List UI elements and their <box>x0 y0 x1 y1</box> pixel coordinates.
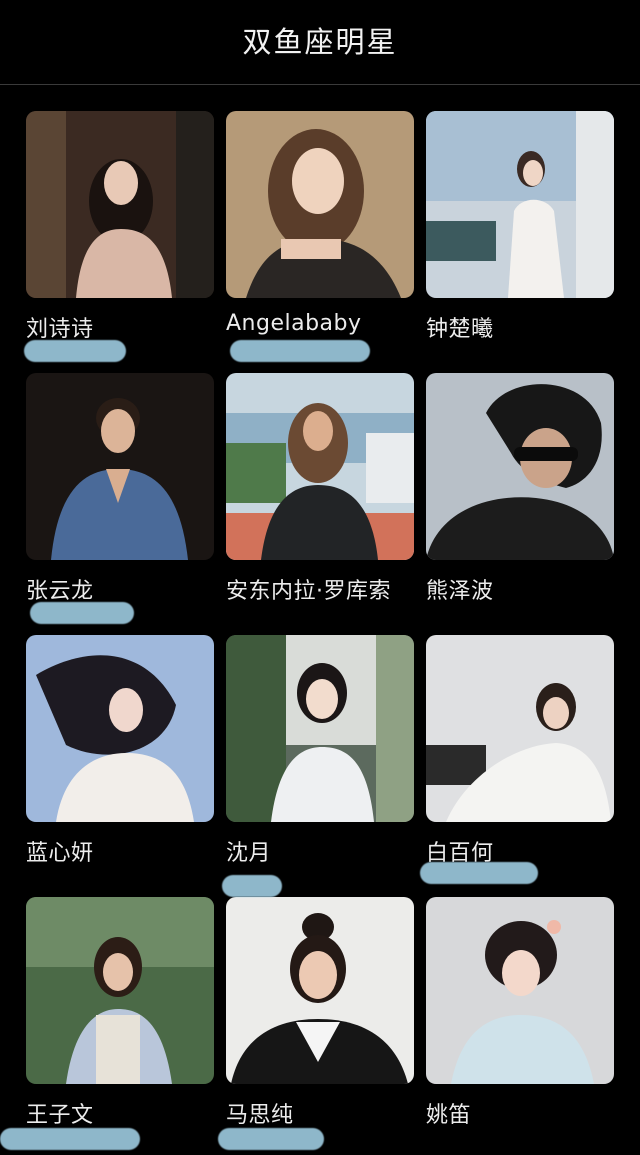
star-name: 安东内拉·罗库索 <box>226 579 391 604</box>
redaction-mark <box>218 1128 324 1150</box>
redaction-mark <box>222 875 282 897</box>
star-photo[interactable] <box>426 373 614 560</box>
redaction-mark <box>0 1128 140 1150</box>
star-photo[interactable] <box>426 635 614 822</box>
star-name: 熊泽波 <box>426 579 494 604</box>
star-name: 钟楚曦 <box>426 317 494 342</box>
star-photo[interactable] <box>26 897 214 1084</box>
page-header: 双鱼座明星 <box>0 0 640 85</box>
star-name: 张云龙 <box>26 579 94 604</box>
star-photo[interactable] <box>226 635 414 822</box>
star-name: 姚笛 <box>426 1103 472 1128</box>
star-name: 蓝心妍 <box>26 841 94 866</box>
star-name: 王子文 <box>26 1103 94 1128</box>
star-photo[interactable] <box>426 111 614 298</box>
star-photo[interactable] <box>26 373 214 560</box>
star-name: Angelababy <box>226 311 362 336</box>
star-photo[interactable] <box>226 897 414 1084</box>
star-photo[interactable] <box>226 373 414 560</box>
star-name: 刘诗诗 <box>26 317 94 342</box>
star-photo[interactable] <box>26 111 214 298</box>
redaction-mark <box>420 862 538 884</box>
star-photo[interactable] <box>226 111 414 298</box>
redaction-mark <box>24 340 126 362</box>
star-name: 沈月 <box>226 841 272 866</box>
star-photo[interactable] <box>26 635 214 822</box>
redaction-mark <box>30 602 134 624</box>
redaction-mark <box>230 340 370 362</box>
star-name: 马思纯 <box>226 1103 294 1128</box>
page-title: 双鱼座明星 <box>242 25 398 59</box>
star-photo[interactable] <box>426 897 614 1084</box>
